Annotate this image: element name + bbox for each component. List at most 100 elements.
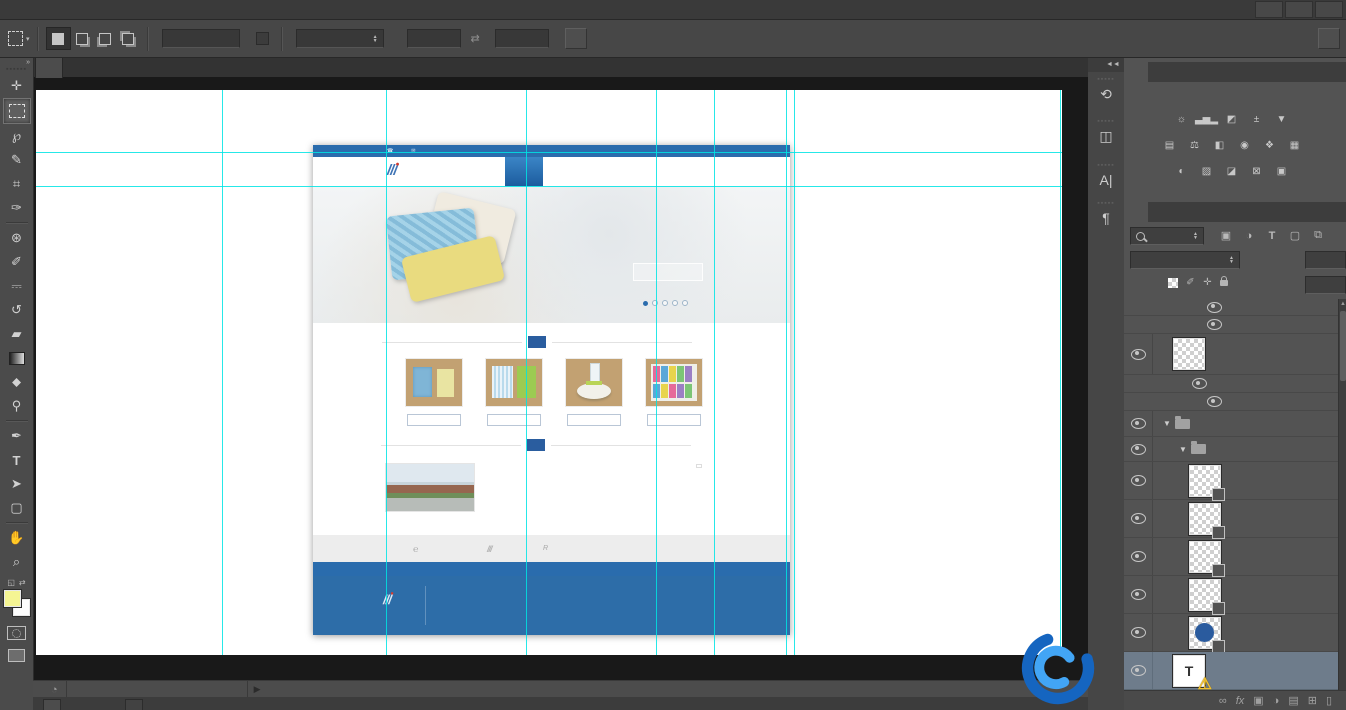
layer-row[interactable] [1124, 538, 1338, 576]
shape-layer-thumbnail[interactable] [1189, 503, 1221, 535]
selective-color-icon[interactable]: ▣ [1272, 164, 1291, 178]
timeline-tab[interactable] [125, 699, 143, 710]
brightness-contrast-icon[interactable]: ☼ [1172, 112, 1191, 126]
black-white-icon[interactable]: ◧ [1210, 138, 1229, 152]
screen-mode-button[interactable] [8, 649, 25, 662]
brush-tool[interactable]: ✐ [4, 250, 30, 274]
filter-adjustment-layers-icon[interactable]: ◑ [1239, 230, 1259, 242]
add-mask-icon[interactable]: ▣ [1253, 694, 1263, 707]
channel-mixer-icon[interactable]: ❖ [1260, 138, 1279, 152]
mini-bridge-tab[interactable] [43, 699, 61, 710]
invert-icon[interactable]: ◐ [1172, 164, 1191, 178]
antialias-checkbox[interactable] [256, 32, 269, 45]
shape-layer-thumbnail[interactable] [1189, 617, 1221, 649]
site-logo[interactable]: ●/// [387, 162, 397, 179]
add-selection-button[interactable] [71, 28, 94, 49]
hand-tool[interactable]: ✋ [4, 526, 30, 550]
lock-position-icon[interactable]: ✛ [1199, 277, 1216, 288]
feather-input[interactable] [162, 29, 240, 48]
layer-effect-row[interactable] [1124, 393, 1338, 411]
link-layers-icon[interactable]: ∞ [1219, 695, 1227, 707]
scroll-up-arrow[interactable]: ▲ [1339, 299, 1346, 309]
carousel-dot-active[interactable] [643, 301, 648, 306]
visibility-toggle[interactable] [1124, 652, 1153, 689]
filter-smart-objects-icon[interactable]: ⧉ [1308, 229, 1328, 242]
height-input[interactable] [495, 29, 549, 48]
site-menu-feedback[interactable] [579, 157, 591, 186]
lock-transparency-icon[interactable] [1168, 278, 1178, 288]
visibility-eye-icon[interactable] [1207, 319, 1222, 330]
layer-group-row[interactable]: ▼ [1124, 411, 1338, 437]
intersect-selection-button[interactable] [117, 28, 140, 49]
delete-layer-icon[interactable]: ▯ [1326, 694, 1332, 707]
tool-preset-picker[interactable]: ▾ [8, 31, 30, 46]
product-name-label-2[interactable] [487, 414, 541, 426]
healing-brush-tool[interactable]: ⊛ [4, 226, 30, 250]
width-input[interactable] [407, 29, 461, 48]
about-more-link[interactable] [696, 464, 702, 468]
visibility-toggle[interactable] [1124, 500, 1153, 537]
clone-stamp-tool[interactable]: ⎓ [4, 274, 30, 298]
pen-tool[interactable]: ✒ [4, 424, 30, 448]
swap-colors-icon[interactable]: ⇄ [19, 578, 26, 587]
site-menu-home[interactable] [505, 157, 543, 186]
layer-effects-header-row[interactable] [1124, 375, 1338, 393]
visibility-toggle[interactable] [1124, 576, 1153, 613]
tab-paths[interactable] [1172, 202, 1196, 222]
vibrance-icon[interactable]: ▼ [1272, 112, 1291, 126]
color-balance-icon[interactable]: ⚖ [1185, 138, 1204, 152]
shape-layer-thumbnail[interactable] [1189, 541, 1221, 573]
layer-row-selected[interactable]: T⚠ [1124, 652, 1338, 690]
eyedropper-tool[interactable]: ✑ [4, 196, 30, 220]
carousel-dot[interactable] [672, 300, 678, 306]
tab-adjustments[interactable] [1124, 62, 1148, 82]
minimize-button[interactable] [1255, 1, 1283, 18]
layer-row[interactable] [1124, 462, 1338, 500]
layer-effect-row[interactable] [1124, 299, 1338, 316]
layer-style-icon[interactable]: fx [1236, 695, 1245, 707]
tab-layers[interactable] [1124, 202, 1148, 222]
dodge-tool[interactable]: ⚲ [4, 394, 30, 418]
group-expand-arrow[interactable]: ▼ [1163, 419, 1171, 428]
rongwen-group-logo[interactable]: R [543, 535, 550, 562]
banner-contact-button[interactable] [633, 263, 703, 281]
style-dropdown[interactable]: ▲▼ [296, 29, 384, 48]
visibility-eye-icon[interactable] [1192, 378, 1207, 389]
filter-type-layers-icon[interactable]: T [1262, 230, 1282, 242]
gradient-map-icon[interactable]: ⊠ [1247, 164, 1266, 178]
guide-vertical-7[interactable] [794, 90, 795, 655]
visibility-toggle[interactable] [1124, 437, 1153, 461]
rongwei-logo[interactable]: /// [487, 535, 492, 562]
shape-layer-thumbnail[interactable] [1189, 579, 1221, 611]
tab-styles[interactable] [1148, 62, 1172, 82]
default-colors-icon[interactable]: ◱ [7, 578, 15, 587]
layer-thumbnail[interactable] [1173, 338, 1205, 370]
quick-mask-button[interactable] [7, 626, 26, 640]
guide-horizontal-2[interactable] [36, 186, 1062, 187]
history-panel-button[interactable]: ▪▪▪▪▪⟲ [1088, 78, 1124, 103]
type-tool[interactable]: T [4, 448, 30, 472]
guide-vertical-6[interactable] [786, 90, 787, 655]
layer-row[interactable] [1124, 576, 1338, 614]
product-name-label-3[interactable] [567, 414, 621, 426]
filter-shape-layers-icon[interactable]: ▢ [1285, 229, 1305, 242]
product-image-1[interactable] [405, 358, 463, 407]
refine-edge-button[interactable] [565, 28, 587, 49]
status-options-arrow[interactable]: ▶ [254, 684, 261, 695]
product-image-4[interactable] [645, 358, 703, 407]
site-menu-news[interactable] [567, 157, 579, 186]
tab-channels[interactable] [1148, 202, 1172, 222]
visibility-eye-icon[interactable] [1207, 302, 1222, 313]
paragraph-panel-button[interactable]: ▪▪▪▪▪¶ [1088, 202, 1124, 226]
path-selection-tool[interactable]: ➤ [4, 472, 30, 496]
fill-value[interactable] [1305, 276, 1346, 294]
history-brush-tool[interactable]: ↺ [4, 298, 30, 322]
visibility-toggle[interactable] [1124, 334, 1153, 374]
collapse-toolbar-icon[interactable]: » [26, 59, 30, 66]
carousel-dot[interactable] [652, 300, 658, 306]
layer-group-row[interactable]: ▼ [1124, 437, 1338, 462]
lock-paint-icon[interactable]: ✐ [1182, 277, 1199, 288]
guide-vertical-8[interactable] [1060, 90, 1061, 655]
visibility-toggle[interactable] [1124, 614, 1153, 651]
sync-status-icon[interactable]: ◔ [51, 684, 58, 696]
